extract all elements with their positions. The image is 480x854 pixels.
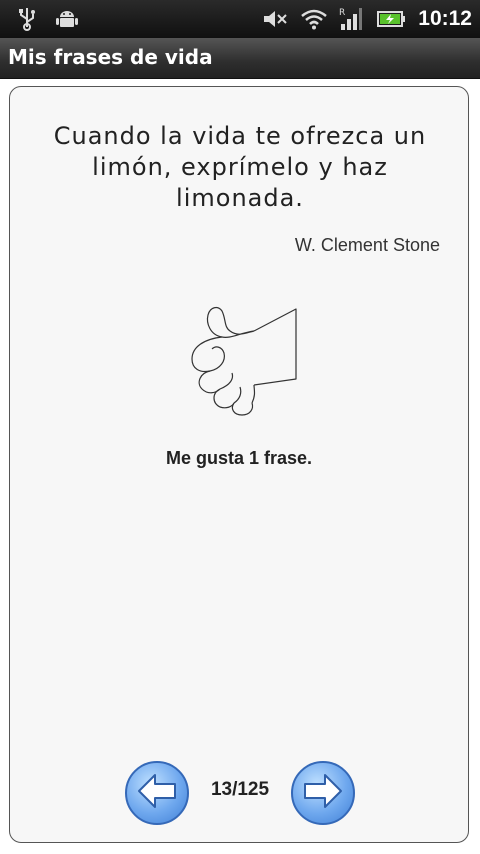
quote-text: Cuando la vida te ofrezca un limón, expr… — [53, 122, 427, 212]
status-clock: 10:12 — [418, 7, 472, 30]
usb-icon — [14, 0, 40, 38]
battery-icon — [376, 0, 406, 38]
arrow-left-icon — [135, 771, 179, 815]
status-bar: R 10:12 — [0, 0, 480, 38]
android-debug-icon — [54, 0, 80, 38]
page-counter: 13/125 — [210, 779, 270, 800]
app-title: Mis frases de vida — [8, 45, 213, 69]
wifi-icon — [300, 0, 328, 38]
likes-count: Me gusta 1 frase. — [165, 448, 313, 468]
arrow-right-icon — [301, 771, 345, 815]
quote-author: W. Clement Stone — [294, 235, 440, 255]
main-content: Cuando la vida te ofrezca un limón, expr… — [0, 79, 480, 854]
svg-text:R: R — [339, 8, 345, 18]
previous-quote-button[interactable] — [125, 761, 189, 825]
next-quote-button[interactable] — [291, 761, 355, 825]
mute-icon — [262, 0, 288, 38]
quote-card: Cuando la vida te ofrezca un limón, expr… — [9, 86, 469, 843]
thumbs-up-icon[interactable] — [180, 297, 300, 441]
signal-icon: R — [338, 0, 364, 38]
app-title-bar: Mis frases de vida — [0, 38, 480, 79]
